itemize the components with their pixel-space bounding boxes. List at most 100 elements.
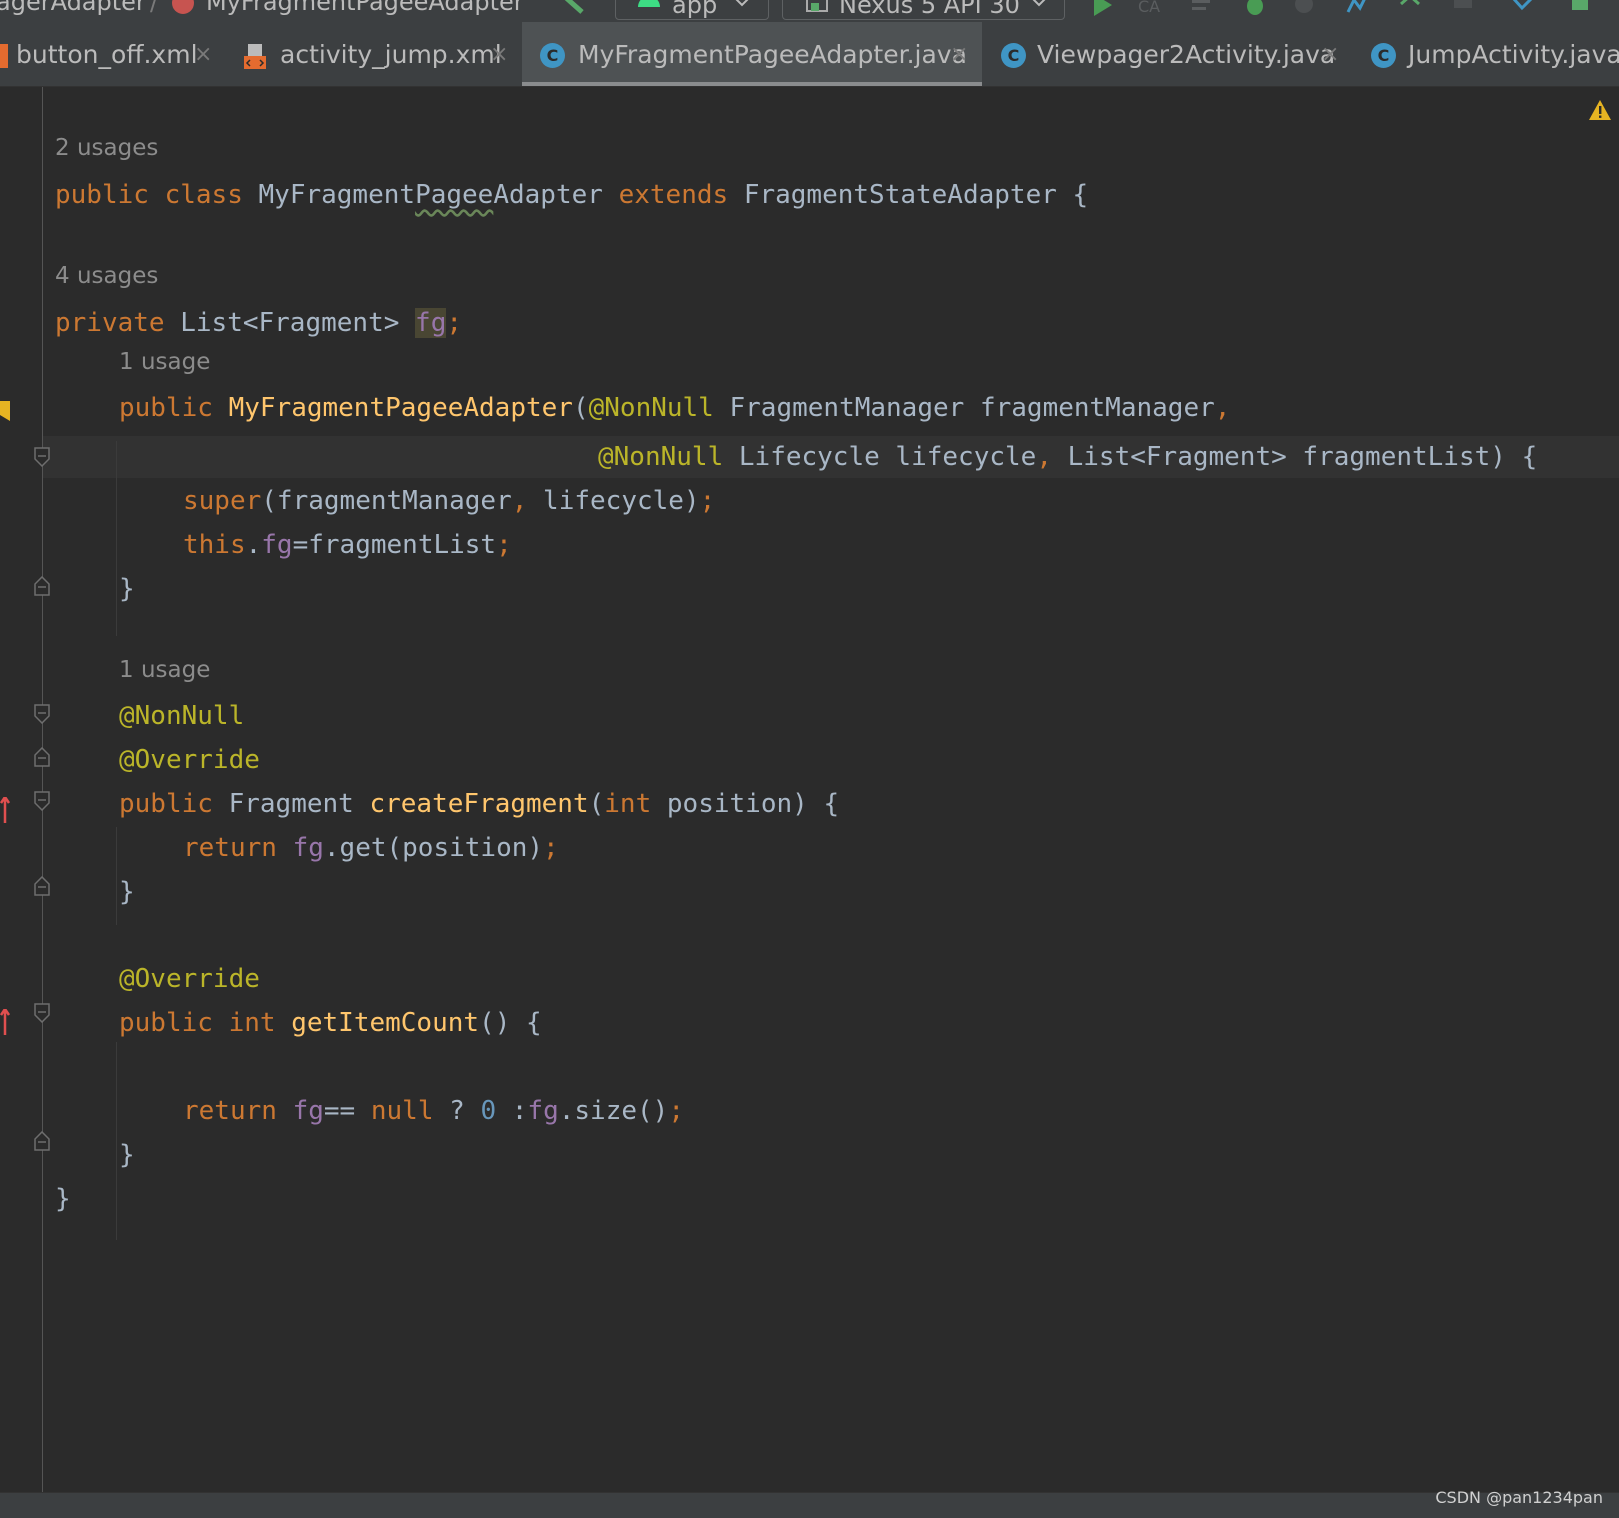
run-icon[interactable] — [1090, 0, 1116, 16]
apply-changes-icon[interactable]: CA — [1136, 0, 1162, 16]
breadcrumb-item[interactable]: agerAdapter — [0, 0, 146, 16]
code-line: } — [119, 874, 135, 910]
attach-debugger-icon[interactable] — [1344, 0, 1370, 16]
status-bar — [0, 1492, 1619, 1518]
keyword: extends — [618, 180, 729, 210]
chevron-down-icon — [1032, 0, 1046, 7]
code-line: } — [119, 1137, 135, 1173]
xml-file-icon — [0, 44, 8, 68]
device-select[interactable]: Nexus 5 API 30 — [782, 0, 1065, 20]
sync-icon[interactable] — [1398, 0, 1424, 16]
fold-open-icon[interactable] — [34, 704, 50, 724]
fold-open-icon[interactable] — [34, 447, 50, 467]
annotation: @NonNull — [119, 701, 245, 731]
comma: , — [1036, 442, 1052, 472]
run-configuration-select[interactable]: app — [615, 0, 769, 20]
parameter: List<Fragment> fragmentList) { — [1067, 442, 1538, 472]
constructor-name: MyFragmentPageeAdapter — [228, 393, 573, 423]
apply-code-changes-icon[interactable] — [1190, 0, 1216, 16]
keyword: public — [119, 789, 213, 819]
device-icon — [806, 0, 828, 12]
active-tab-underline — [522, 82, 982, 86]
class-name: Adapter — [493, 180, 603, 210]
type: List<Fragment> — [180, 308, 400, 338]
code-line: super(fragmentManager, lifecycle); — [183, 483, 715, 519]
typo-underline: Pagee — [415, 180, 494, 210]
tab-viewpager2activity-java[interactable]: C Viewpager2Activity.java × — [984, 22, 1352, 86]
avd-manager-icon[interactable] — [1510, 0, 1536, 16]
keyword: private — [55, 308, 165, 338]
fold-close-icon[interactable] — [34, 576, 50, 596]
tab-button-off-xml[interactable]: button_off.xml × — [0, 22, 230, 86]
indent-guide — [116, 1042, 117, 1240]
warning-icon[interactable] — [1588, 99, 1612, 121]
indent-guide — [116, 827, 117, 925]
usages-hint[interactable]: 4 usages — [55, 263, 158, 289]
keyword: int — [604, 789, 652, 819]
code-line: } — [119, 571, 135, 607]
stop-icon[interactable] — [1450, 0, 1476, 16]
field: fg — [261, 530, 293, 560]
profile-icon[interactable] — [1292, 0, 1318, 16]
implements-marker-icon[interactable] — [0, 797, 12, 825]
override-marker-icon[interactable] — [0, 401, 12, 427]
semicolon: ; — [446, 308, 463, 338]
usages-hint[interactable]: 1 usage — [119, 657, 210, 683]
brace: } — [119, 877, 135, 907]
code-line: private List<Fragment> fg; — [55, 305, 462, 341]
operator: ? — [449, 1096, 465, 1126]
run-config-label: app — [672, 0, 718, 19]
fold-close-icon[interactable] — [34, 1131, 50, 1151]
fold-open-icon[interactable] — [34, 791, 50, 811]
superclass-name: FragmentStateAdapter — [743, 180, 1057, 210]
keyword: public — [55, 180, 149, 210]
paren: ( — [588, 789, 605, 819]
fold-open-icon[interactable] — [34, 1003, 50, 1023]
method-call: .get(position) — [323, 833, 544, 863]
parameter: FragmentManager fragmentManager — [729, 393, 1215, 423]
semicolon: ; — [668, 1096, 684, 1126]
indent-guide — [116, 441, 117, 636]
debug-icon[interactable] — [1242, 0, 1268, 16]
arguments: (fragmentManager — [261, 486, 512, 516]
code-line: public Fragment createFragment(int posit… — [119, 786, 839, 822]
keyword: class — [164, 180, 243, 210]
editor-tab-bar: button_off.xml × activity_jump.xml × C M… — [0, 22, 1619, 87]
method-call: .size() — [558, 1096, 669, 1126]
tab-jumpactivity-java[interactable]: C JumpActivity.java — [1354, 22, 1619, 86]
fold-close-icon[interactable] — [34, 876, 50, 896]
code-line: @NonNull Lifecycle lifecycle, List<Fragm… — [598, 439, 1537, 475]
fold-close-icon[interactable] — [34, 747, 50, 767]
annotation: @Override — [119, 745, 260, 775]
comma: , — [511, 486, 528, 516]
field-highlight: fg — [415, 308, 447, 338]
breadcrumb-item[interactable]: MyFragmentPageeAdapter — [206, 0, 524, 16]
code-editor[interactable]: 2 usages public class MyFragmentPageeAda… — [0, 87, 1619, 1492]
svg-text:CA: CA — [1138, 0, 1160, 16]
code-line: return fg== null ? 0 :fg.size(); — [183, 1093, 684, 1129]
tab-activity-jump-xml[interactable]: activity_jump.xml × — [232, 22, 520, 86]
watermark: CSDN @pan1234pan — [1435, 1488, 1603, 1507]
usages-hint[interactable]: 1 usage — [119, 349, 210, 375]
chevron-down-icon — [735, 0, 749, 7]
implements-marker-icon[interactable] — [0, 1009, 12, 1037]
java-class-icon: C — [540, 43, 565, 68]
method-name: createFragment — [369, 789, 589, 819]
tab-myfragmentpageeadapter-java[interactable]: C MyFragmentPageeAdapter.java × — [522, 22, 982, 86]
tab-label: button_off.xml — [16, 40, 198, 69]
close-icon[interactable]: × — [950, 42, 968, 67]
semicolon: ; — [496, 530, 512, 560]
close-icon[interactable]: × — [1321, 42, 1339, 67]
build-hammer-icon[interactable] — [560, 0, 586, 16]
java-class-icon: C — [1001, 43, 1026, 68]
code-line: return fg.get(position); — [183, 830, 559, 866]
close-icon[interactable]: × — [490, 42, 508, 67]
annotation: @NonNull — [598, 442, 724, 472]
usages-hint[interactable]: 2 usages — [55, 135, 158, 161]
method-name: getItemCount — [291, 1008, 480, 1038]
sdk-manager-icon[interactable] — [1568, 0, 1594, 16]
keyword: this — [183, 530, 246, 560]
layout-file-icon — [244, 44, 266, 69]
semicolon: ; — [699, 486, 716, 516]
close-icon[interactable]: × — [194, 42, 212, 67]
